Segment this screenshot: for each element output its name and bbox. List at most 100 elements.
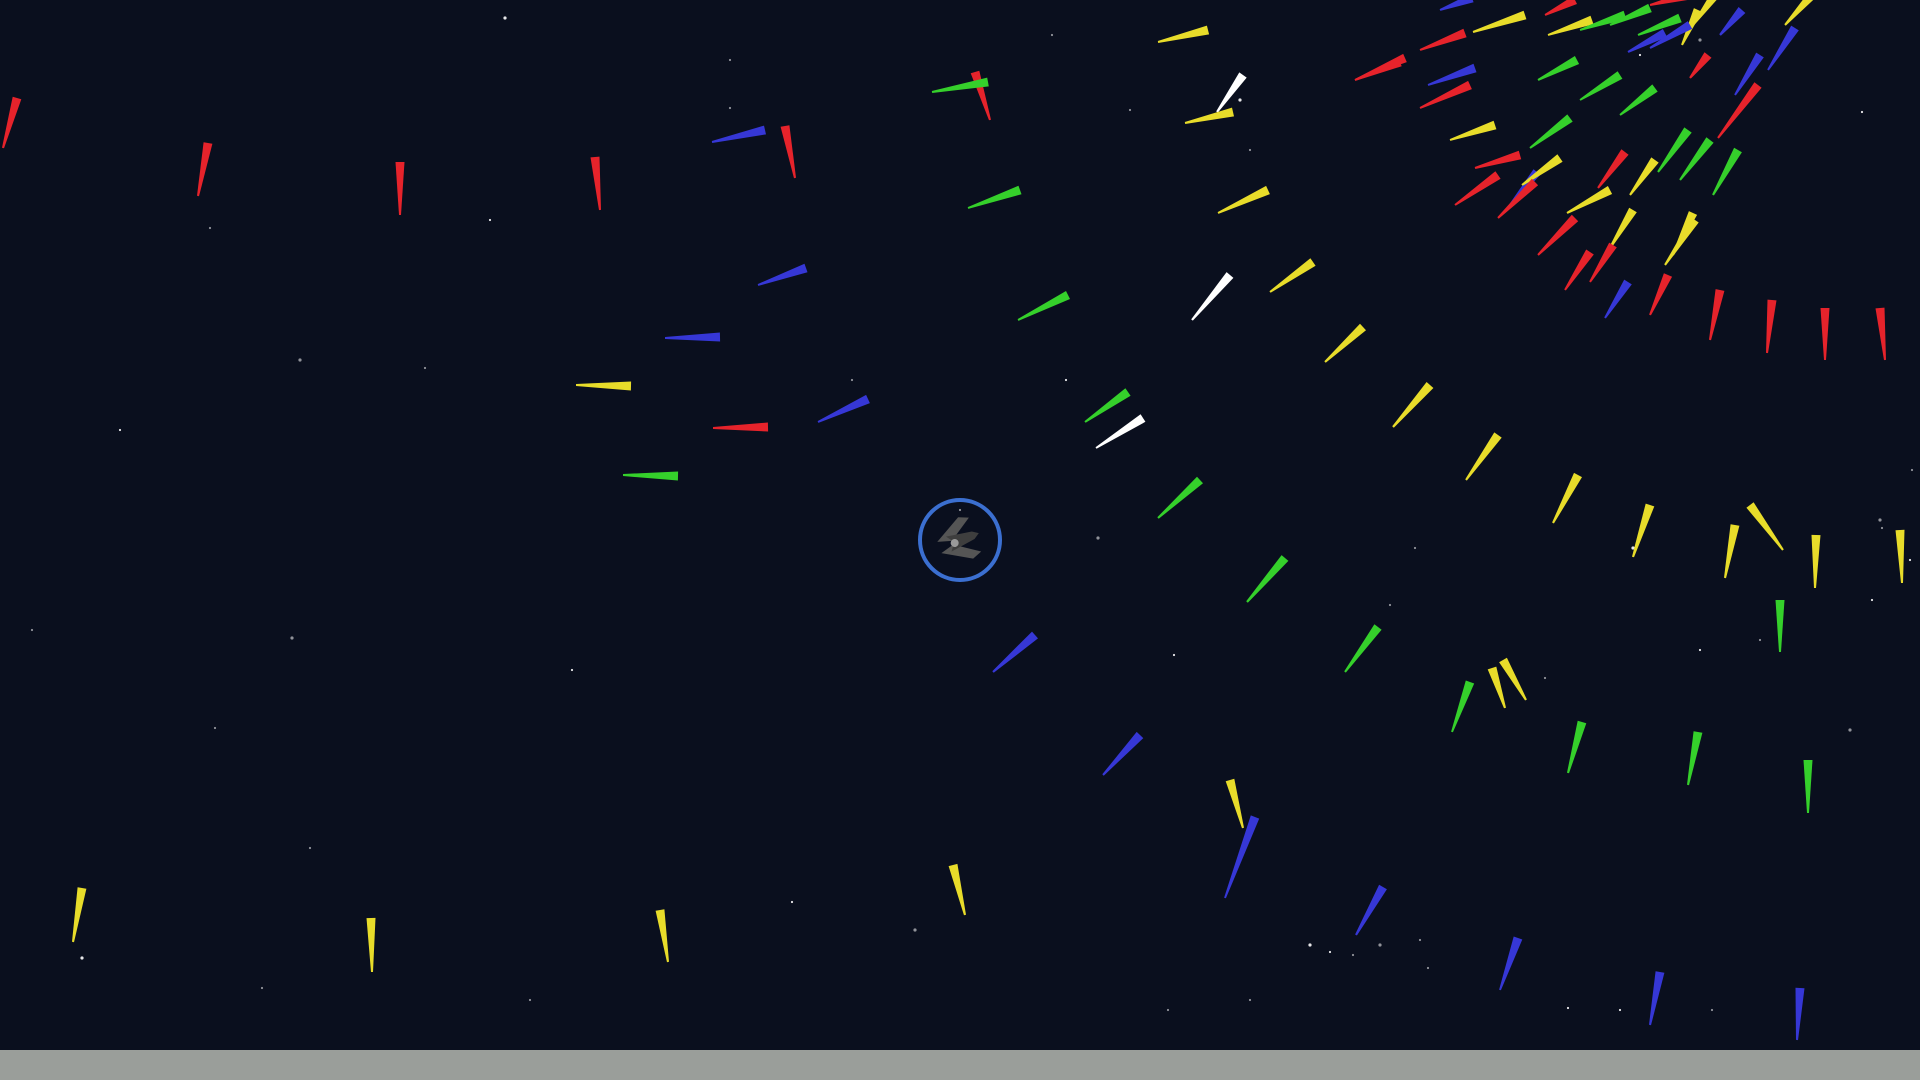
yellow-bullet-icon	[948, 863, 966, 916]
star	[1618, 1008, 1622, 1012]
star	[1064, 378, 1068, 382]
star	[1908, 558, 1912, 562]
star	[1128, 108, 1132, 112]
blue-bullet-icon	[1795, 987, 1805, 1041]
yellow-bullet-icon	[1632, 503, 1655, 558]
blue-bullet-icon	[992, 631, 1038, 673]
red-bullet-icon	[2, 96, 22, 149]
player-ship[interactable]	[918, 498, 1002, 582]
red-bullet-icon	[1589, 242, 1617, 283]
green-bullet-icon	[1657, 127, 1692, 173]
red-bullet-icon	[780, 125, 796, 179]
yellow-bullet-icon	[1499, 657, 1527, 701]
star	[488, 218, 492, 222]
red-bullet-icon	[1717, 82, 1762, 139]
green-bullet-icon	[1679, 137, 1714, 181]
blue-bullet-icon	[1427, 63, 1477, 86]
blue-bullet-icon	[1499, 936, 1523, 991]
projectiles-layer	[2, 0, 1905, 1041]
green-bullet-icon	[1579, 71, 1623, 101]
red-bullet-icon	[1419, 28, 1467, 51]
yellow-bullet-icon	[1724, 524, 1740, 579]
star	[1172, 653, 1176, 657]
star	[528, 998, 532, 1002]
red-bullet-icon	[1649, 0, 1688, 6]
yellow-bullet-icon	[1217, 185, 1270, 214]
green-bullet-icon	[1246, 555, 1289, 603]
red-bullet-icon	[1537, 214, 1579, 256]
star	[913, 928, 917, 932]
star	[290, 636, 294, 640]
red-bullet-icon	[590, 156, 601, 211]
yellow-bullet-icon	[1184, 107, 1234, 124]
green-bullet-icon	[1017, 291, 1070, 321]
white-bullet-icon	[1095, 414, 1146, 449]
star	[1418, 938, 1422, 942]
yellow-bullet-icon	[576, 381, 632, 391]
blue-bullet-icon	[1102, 731, 1144, 776]
blue-bullet-icon	[817, 394, 870, 423]
red-bullet-icon	[1544, 0, 1577, 16]
green-bullet-icon	[1687, 731, 1703, 786]
yellow-bullet-icon	[1157, 25, 1210, 43]
blue-bullet-icon	[665, 332, 721, 342]
red-bullet-icon	[1875, 307, 1886, 361]
star	[1848, 728, 1852, 732]
star	[1566, 1006, 1570, 1010]
yellow-bullet-icon	[1784, 0, 1814, 26]
yellow-bullet-icon	[1566, 186, 1613, 214]
red-bullet-icon	[1820, 308, 1830, 360]
red-bullet-icon	[1564, 249, 1594, 291]
blue-bullet-icon	[1719, 7, 1746, 36]
star	[1698, 648, 1702, 652]
red-bullet-icon	[1649, 273, 1673, 316]
star	[1758, 638, 1762, 642]
blue-bullet-icon	[1604, 279, 1632, 319]
green-bullet-icon	[1529, 114, 1573, 149]
game-screen[interactable]	[0, 0, 1920, 1080]
yellow-bullet-icon	[1746, 502, 1784, 551]
star	[1378, 943, 1382, 947]
playfield[interactable]	[0, 0, 1920, 1050]
star	[1050, 33, 1054, 37]
star	[1248, 998, 1252, 1002]
yellow-bullet-icon	[655, 909, 669, 963]
yellow-bullet-icon	[1465, 432, 1502, 481]
yellow-bullet-icon	[1487, 666, 1506, 709]
blue-bullet-icon	[1439, 0, 1474, 11]
star	[728, 58, 732, 62]
star	[1543, 676, 1547, 680]
star	[1096, 536, 1100, 540]
star	[213, 726, 217, 730]
red-bullet-icon	[1474, 150, 1522, 169]
field-canvas[interactable]	[0, 0, 1920, 1050]
green-bullet-icon	[1157, 476, 1203, 519]
star	[570, 668, 574, 672]
red-bullet-icon	[1597, 149, 1629, 189]
red-bullet-icon	[713, 422, 769, 432]
star	[1910, 468, 1914, 472]
star	[423, 366, 427, 370]
star	[1238, 98, 1242, 102]
star	[503, 16, 507, 20]
yellow-bullet-icon	[1552, 472, 1582, 524]
yellow-bullet-icon	[1269, 258, 1316, 293]
green-bullet-icon	[1451, 680, 1475, 733]
yellow-bullet-icon	[1895, 529, 1905, 583]
green-bullet-icon	[1537, 56, 1580, 81]
star	[80, 956, 84, 960]
red-bullet-icon	[1709, 289, 1725, 341]
green-bullet-icon	[1619, 84, 1658, 116]
yellow-bullet-icon	[1521, 154, 1563, 186]
yellow-bullet-icon	[1392, 382, 1434, 428]
star	[260, 986, 264, 990]
star	[1166, 1008, 1170, 1012]
yellow-bullet-icon	[72, 887, 87, 943]
green-bullet-icon	[1567, 720, 1587, 774]
star	[850, 378, 854, 382]
star	[1638, 53, 1642, 57]
green-bullet-icon	[623, 471, 679, 481]
white-bullet-icon	[1191, 272, 1234, 321]
yellow-bullet-icon	[1324, 323, 1366, 363]
green-bullet-icon	[1344, 624, 1382, 673]
